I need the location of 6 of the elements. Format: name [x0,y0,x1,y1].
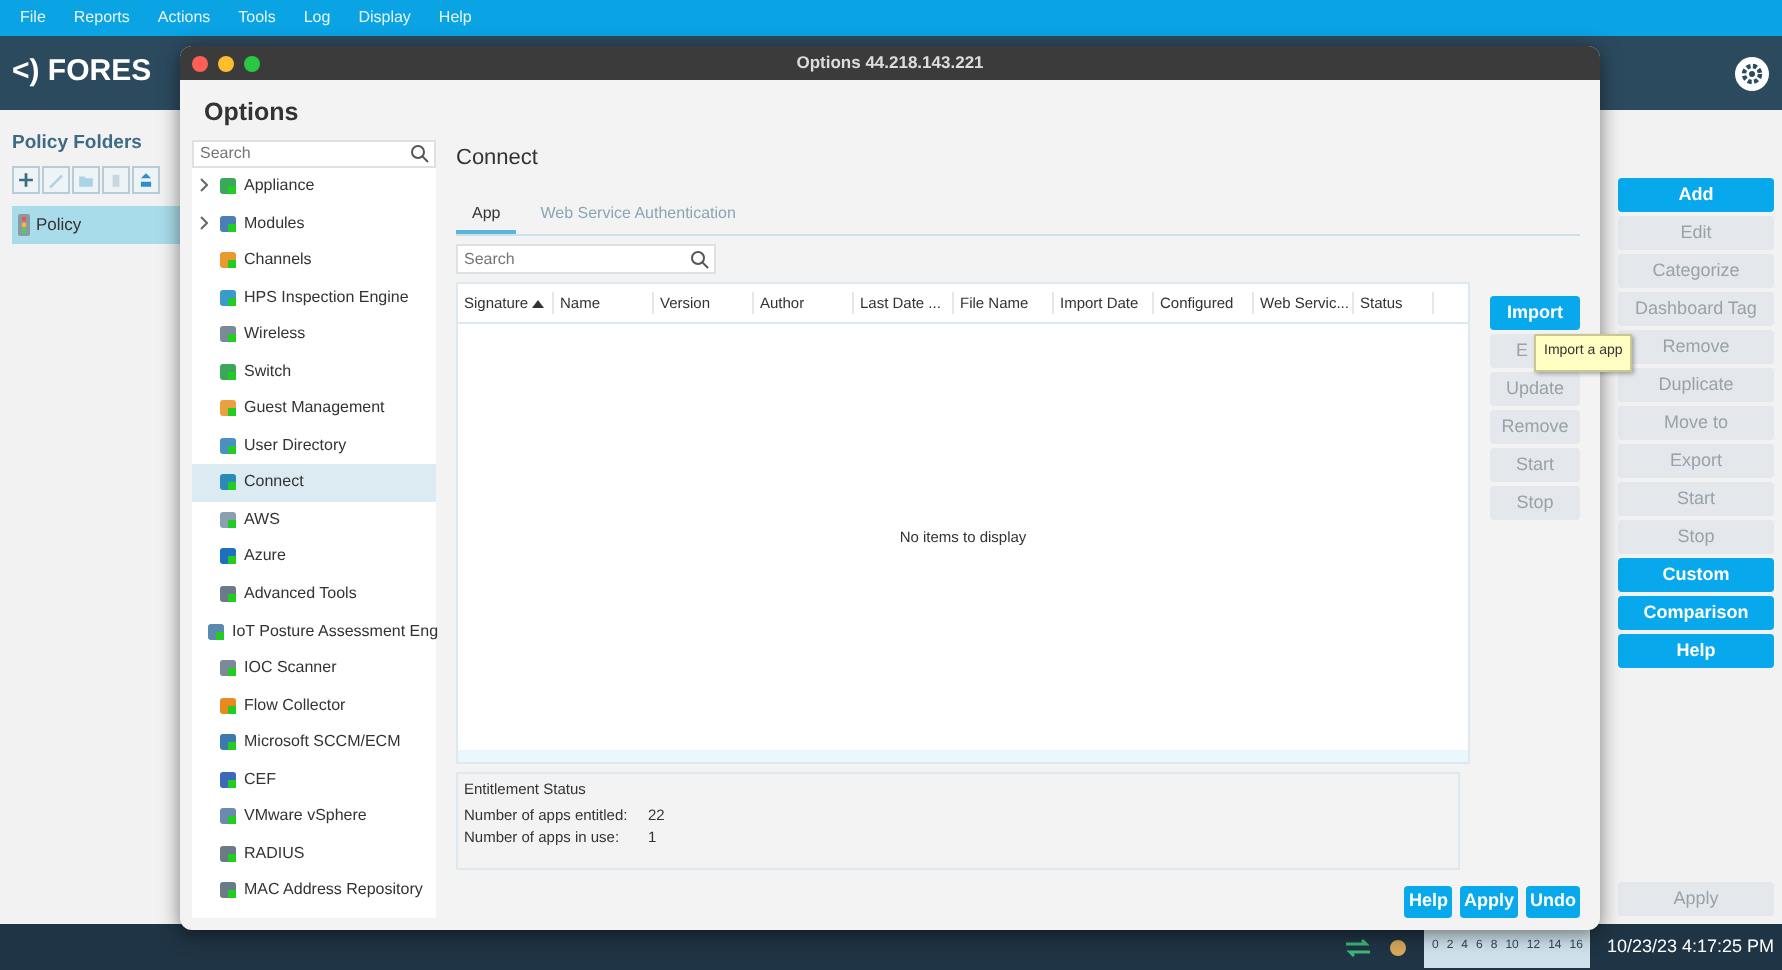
panel-title: Policy Folders [12,130,144,158]
page-title: Connect [456,145,538,170]
logo: <) FORES [12,52,152,93]
dialog-heading: Options [204,98,299,126]
clock: 10/23/23 4:17:25 PM [1606,933,1774,960]
window-title: Options 44.218.143.221 [796,52,984,73]
